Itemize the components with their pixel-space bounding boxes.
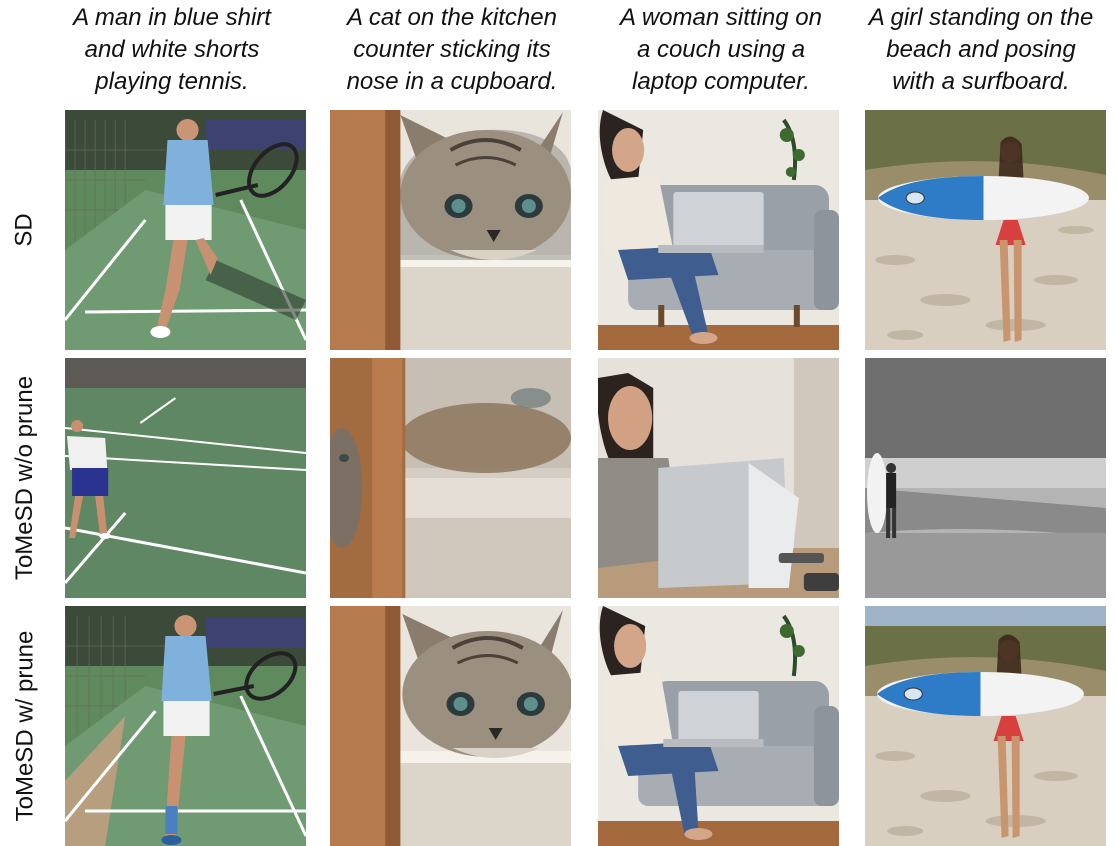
girl-surfboard-beach-photo: [865, 606, 1106, 846]
tennis-player-photo: [65, 110, 306, 350]
woman-laptop-couch-photo: [598, 110, 839, 350]
image-tomesd-prune-cat: [330, 606, 571, 846]
image-tomesd-prune-tennis: [65, 606, 306, 846]
caption-col-2: A cat on the kitchen counter sticking it…: [346, 4, 558, 95]
image-tomesd-noprune-woman: [598, 358, 839, 598]
caption-col-3: A woman sitting on a couch using a lapto…: [620, 4, 822, 95]
tennis-player-photo: [65, 606, 306, 846]
image-sd-woman: [598, 110, 839, 350]
girl-surfboard-beach-photo: [865, 110, 1106, 350]
woman-laptop-desk-photo: [598, 358, 839, 598]
image-sd-tennis: [65, 110, 306, 350]
image-tomesd-noprune-surfer: [865, 358, 1106, 598]
row-label-tomesd-with-prune: ToMeSD w/ prune: [11, 630, 38, 822]
image-tomesd-noprune-cat: [330, 358, 571, 598]
image-tomesd-prune-surfer: [865, 606, 1106, 846]
tennis-player-far-photo: [65, 358, 306, 598]
cat-cupboard-photo: [330, 110, 571, 350]
cat-blurry-photo: [330, 358, 571, 598]
comparison-figure: A man in blue shirt and white shorts pla…: [0, 0, 1115, 846]
row-label-tomesd-without-prune: ToMeSD w/o prune: [11, 375, 38, 581]
cat-cupboard-photo: [330, 606, 571, 846]
caption-col-4: A girl standing on the beach and posing …: [868, 4, 1094, 95]
image-tomesd-prune-woman: [598, 606, 839, 846]
image-sd-surfer: [865, 110, 1106, 350]
woman-laptop-couch-photo: [598, 606, 839, 846]
row-label-sd: SD: [11, 213, 38, 247]
image-tomesd-noprune-tennis: [65, 358, 306, 598]
surfer-shore-grayscale-photo: [865, 358, 1106, 598]
image-sd-cat: [330, 110, 571, 350]
caption-col-1: A man in blue shirt and white shorts pla…: [73, 4, 271, 95]
